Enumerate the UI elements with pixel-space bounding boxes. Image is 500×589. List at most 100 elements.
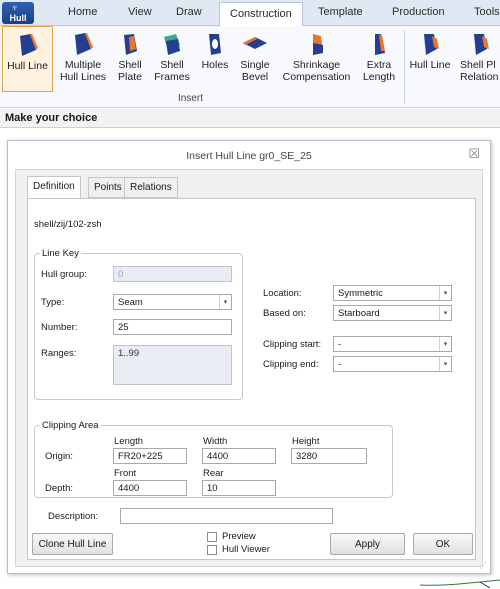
ok-button[interactable]: OK xyxy=(413,533,473,555)
line-key-group: Line Key Hull group: 0 Type: Seam ▾ Numb… xyxy=(34,248,243,400)
holes-button[interactable]: Holes xyxy=(199,26,231,92)
clipping-start-value: - xyxy=(338,339,342,350)
number-label: Number: xyxy=(41,322,78,333)
ranges-label: Ranges: xyxy=(41,348,77,359)
shell-plate-button[interactable]: Shell Plate xyxy=(114,26,146,92)
clone-hull-line-button[interactable]: Clone Hull Line xyxy=(32,533,113,555)
hull-group-label: Hull group: xyxy=(41,269,87,280)
tab-view[interactable]: View xyxy=(128,6,152,18)
based-on-select-value: Starboard xyxy=(338,308,380,319)
hull-line-button[interactable]: Hull Line xyxy=(2,26,53,92)
clipping-start-select[interactable]: - ▾ xyxy=(333,336,452,352)
tab-draw[interactable]: Draw xyxy=(176,6,202,18)
shell-plate-label-1: Shell xyxy=(118,59,142,71)
chevron-down-icon: ▾ xyxy=(219,295,231,309)
extra-length-button[interactable]: Extra Length xyxy=(359,26,399,92)
length-header: Length xyxy=(114,436,144,447)
line-key-legend: Line Key xyxy=(40,248,81,259)
clipping-end-select[interactable]: - ▾ xyxy=(333,356,452,372)
description-field[interactable] xyxy=(120,508,333,524)
clipping-area-legend: Clipping Area xyxy=(40,420,101,431)
holes-label: Holes xyxy=(201,59,229,71)
location-label: Location: xyxy=(263,288,302,299)
insert-hull-line-dialog: Insert Hull Line gr0_SE_25 ☒ Definition … xyxy=(7,140,491,574)
hull-line-icon xyxy=(19,34,38,56)
tab-definition[interactable]: Definition xyxy=(27,176,81,198)
tab-tools[interactable]: Tools xyxy=(474,6,500,18)
hull-group-field: 0 xyxy=(113,266,232,282)
shell-plate-relations-label-1: Shell Pl xyxy=(460,59,496,71)
front-header: Front xyxy=(114,468,137,479)
ribbon-tab-bar: ♆ Hull Home View Draw Construction Templ… xyxy=(0,0,500,27)
origin-height-field[interactable]: 3280 xyxy=(291,448,367,464)
ribbon: Hull Line Multiple Hull Lines Shell Plat… xyxy=(0,26,500,108)
shrinkage-compensation-icon xyxy=(312,34,323,55)
shrinkage-compensation-label-2: Compensation xyxy=(282,71,351,83)
extra-length-label-2: Length xyxy=(362,71,396,83)
shell-plate-relations-button[interactable]: Shell Pl Relation xyxy=(460,26,500,92)
shell-frames-label-1: Shell xyxy=(160,59,184,71)
extra-length-label-1: Extra xyxy=(366,59,392,71)
tab-template[interactable]: Template xyxy=(318,6,363,18)
definition-panel: shell/zij/102-zsh Line Key Hull group: 0… xyxy=(27,198,476,560)
origin-width-field[interactable]: 4400 xyxy=(202,448,276,464)
tab-home[interactable]: Home xyxy=(68,6,97,18)
single-bevel-button[interactable]: Single Bevel xyxy=(237,26,273,92)
depth-label: Depth: xyxy=(45,483,73,494)
multiple-hull-lines-icon xyxy=(75,33,93,55)
height-header: Height xyxy=(292,436,320,447)
resize-grip-icon[interactable]: ⋰ xyxy=(479,561,487,570)
shell-frames-button[interactable]: Shell Frames xyxy=(152,26,192,92)
ranges-field[interactable]: 1..99 xyxy=(113,345,232,385)
tab-points[interactable]: Points xyxy=(88,177,128,198)
clipping-start-label: Clipping start: xyxy=(263,339,322,350)
location-select-value: Symmetric xyxy=(338,288,383,299)
number-field[interactable]: 25 xyxy=(113,319,232,335)
tab-construction[interactable]: Construction xyxy=(219,2,303,27)
based-on-select[interactable]: Starboard ▾ xyxy=(333,305,452,321)
type-select-value: Seam xyxy=(118,297,143,308)
shell-plate-relations-label-2: Relation xyxy=(460,71,499,83)
clipping-end-value: - xyxy=(338,359,342,370)
ribbon-group-label: Insert xyxy=(178,93,204,104)
preview-label: Preview xyxy=(222,531,256,542)
shell-plate-relations-icon xyxy=(474,34,489,55)
shrinkage-compensation-button[interactable]: Shrinkage Compensation xyxy=(278,26,355,92)
origin-length-field[interactable]: FR20+225 xyxy=(113,448,187,464)
hull-line-2-label: Hull Line xyxy=(409,59,451,71)
ribbon-separator xyxy=(404,30,405,104)
multiple-hull-lines-button[interactable]: Multiple Hull Lines xyxy=(58,26,108,92)
single-bevel-label-2: Bevel xyxy=(241,71,269,83)
object-path: shell/zij/102-zsh xyxy=(34,219,102,230)
close-icon[interactable]: ☒ xyxy=(468,146,480,162)
location-select[interactable]: Symmetric ▾ xyxy=(333,285,452,301)
single-bevel-icon xyxy=(243,37,267,49)
tab-production[interactable]: Production xyxy=(392,6,445,18)
shrinkage-compensation-label-1: Shrinkage xyxy=(292,59,341,71)
width-header: Width xyxy=(203,436,228,447)
hull-viewer-checkbox[interactable] xyxy=(207,545,217,555)
depth-rear-field[interactable]: 10 xyxy=(202,480,276,496)
multiple-hull-lines-label-1: Multiple xyxy=(64,59,102,71)
shell-plate-icon xyxy=(124,34,137,55)
depth-front-field[interactable]: 4400 xyxy=(113,480,187,496)
shell-frames-icon xyxy=(164,34,180,55)
type-select[interactable]: Seam ▾ xyxy=(113,294,232,310)
hull-line-label: Hull Line xyxy=(7,60,48,72)
dialog-body: Definition Points Relations shell/zij/10… xyxy=(15,169,483,567)
chevron-down-icon: ▾ xyxy=(439,286,451,300)
hull-line-button-2[interactable]: Hull Line xyxy=(407,26,453,92)
clipping-end-label: Clipping end: xyxy=(263,359,319,370)
origin-label: Origin: xyxy=(45,451,73,462)
apply-button[interactable]: Apply xyxy=(330,533,405,555)
app-logo-icon: ♆ xyxy=(11,3,19,14)
holes-icon xyxy=(209,34,221,55)
shell-frames-label-2: Frames xyxy=(154,71,190,83)
preview-checkbox[interactable] xyxy=(207,532,217,542)
app-menu-button[interactable]: ♆ Hull xyxy=(2,2,34,24)
chevron-down-icon: ▾ xyxy=(439,306,451,320)
tab-relations[interactable]: Relations xyxy=(124,177,178,198)
shell-plate-label-2: Plate xyxy=(118,71,142,83)
hull-line-alt-icon xyxy=(424,34,439,55)
clipping-area-group: Clipping Area Length Width Height Origin… xyxy=(34,420,393,498)
